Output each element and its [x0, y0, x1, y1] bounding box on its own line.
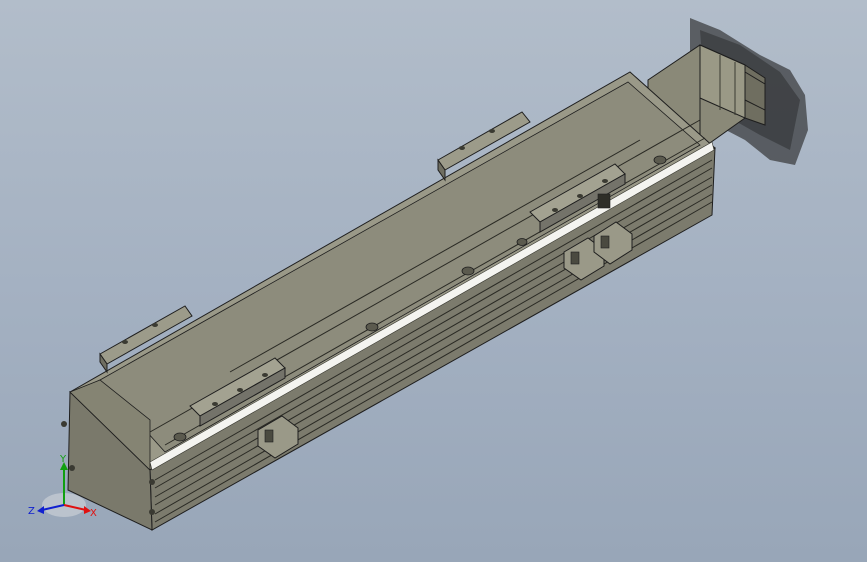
x-axis-label: X: [90, 508, 97, 519]
y-axis-label: Y: [59, 454, 67, 465]
z-axis-label: Z: [28, 506, 35, 517]
limit-sensor-block[interactable]: [597, 193, 611, 209]
model-canvas[interactable]: Y X Z: [0, 0, 867, 562]
3d-viewport[interactable]: Y X Z: [0, 0, 867, 562]
